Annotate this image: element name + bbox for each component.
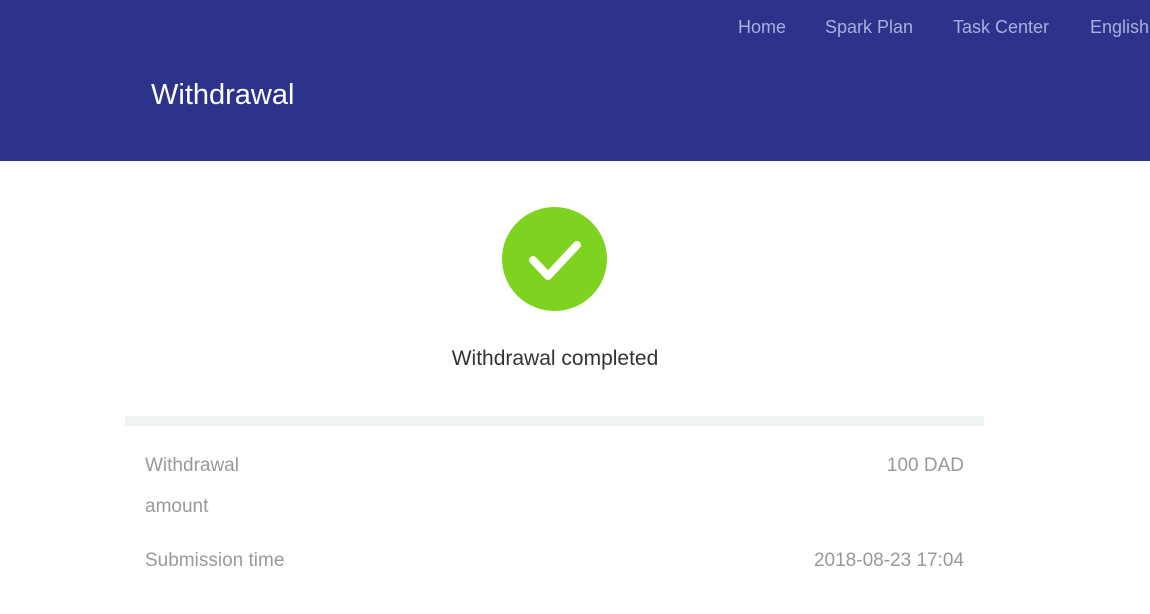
header-bar: Home Spark Plan Task Center English With… xyxy=(0,0,1150,161)
checkmark-icon xyxy=(529,241,581,280)
page-title: Withdrawal xyxy=(151,79,295,111)
status-message: Withdrawal completed xyxy=(451,347,659,370)
withdrawal-amount-label: Withdrawal amount xyxy=(145,455,239,517)
nav-task-center-link[interactable]: Task Center xyxy=(953,16,1049,38)
language-selector[interactable]: English xyxy=(1090,16,1149,38)
nav-home-link[interactable]: Home xyxy=(738,16,786,38)
nav-spark-plan-link[interactable]: Spark Plan xyxy=(825,16,913,38)
submission-time-value: 2018-08-23 17:04 xyxy=(813,550,964,571)
withdrawal-amount-value: 100 DAD xyxy=(886,455,964,476)
success-badge xyxy=(502,207,607,311)
top-nav: Home Spark Plan Task Center English xyxy=(0,16,1150,38)
submission-time-label: Submission time xyxy=(145,550,285,571)
section-divider xyxy=(125,416,984,426)
